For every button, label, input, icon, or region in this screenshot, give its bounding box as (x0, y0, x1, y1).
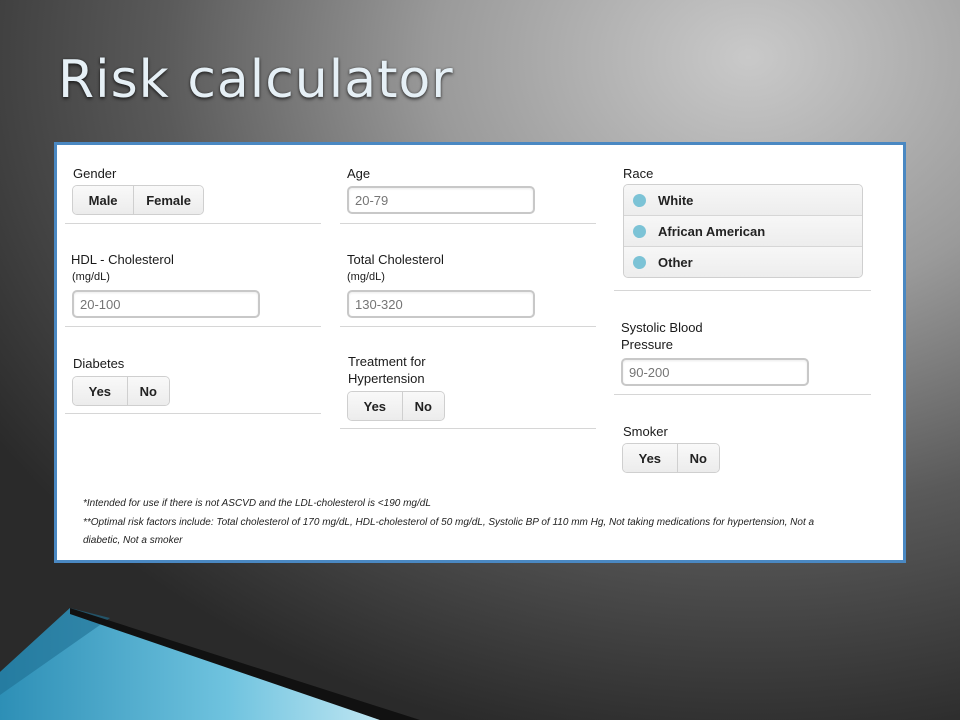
total-cholesterol-label: Total Cholesterol (347, 252, 444, 267)
diabetes-no-button[interactable]: No (126, 377, 169, 405)
race-option-other[interactable]: Other (624, 246, 862, 277)
treatment-no-button[interactable]: No (401, 392, 444, 420)
age-input[interactable] (347, 186, 535, 214)
sbp-label-line2: Pressure (621, 337, 674, 352)
treatment-yes-button[interactable]: Yes (348, 392, 402, 420)
race-option-african-american[interactable]: African American (624, 215, 862, 246)
diabetes-toggle: Yes No (72, 376, 170, 406)
race-option-label: Other (658, 254, 693, 270)
divider (340, 428, 596, 429)
race-option-label: African American (658, 223, 766, 239)
total-cholesterol-unit: (mg/dL) (347, 271, 385, 283)
smoker-label: Smoker (623, 424, 668, 439)
hdl-unit: (mg/dL) (72, 271, 110, 283)
decorative-swoosh (0, 608, 420, 720)
smoker-toggle: Yes No (622, 443, 720, 473)
radio-dot-icon (633, 224, 646, 238)
hdl-input[interactable] (72, 290, 260, 318)
smoker-no-button[interactable]: No (676, 444, 719, 472)
divider (65, 223, 321, 224)
footnote-optimal-line1: **Optimal risk factors include: Total ch… (83, 517, 815, 528)
gender-male-button[interactable]: Male (73, 186, 134, 214)
total-cholesterol-input[interactable] (347, 290, 535, 318)
divider (614, 290, 871, 291)
age-label: Age (347, 166, 371, 181)
radio-dot-icon (633, 255, 646, 269)
hdl-label: HDL - Cholesterol (71, 252, 174, 267)
race-label: Race (623, 166, 654, 181)
radio-dot-icon (633, 193, 646, 207)
race-radio-group: White African American Other (623, 184, 863, 278)
sbp-input[interactable] (621, 358, 809, 386)
gender-label: Gender (73, 166, 117, 181)
divider (614, 394, 871, 395)
divider (65, 326, 321, 327)
race-option-white[interactable]: White (624, 185, 862, 215)
sbp-label-line1: Systolic Blood (621, 320, 703, 335)
diabetes-label: Diabetes (73, 356, 125, 371)
footnote-ascvd: *Intended for use if there is not ASCVD … (83, 498, 431, 509)
divider (340, 223, 596, 224)
smoker-yes-button[interactable]: Yes (623, 444, 677, 472)
divider (65, 413, 321, 414)
race-option-label: White (658, 192, 694, 208)
treatment-label-line2: Hypertension (348, 371, 425, 386)
gender-toggle: Male Female (72, 185, 204, 215)
gender-female-button[interactable]: Female (133, 186, 203, 214)
slide-title: Risk calculator (58, 50, 454, 110)
risk-calculator-form: Gender Male Female HDL - Cholesterol (mg… (54, 142, 906, 563)
treatment-label-line1: Treatment for (348, 354, 426, 369)
diabetes-yes-button[interactable]: Yes (73, 377, 127, 405)
divider (340, 326, 596, 327)
treatment-toggle: Yes No (347, 391, 445, 421)
footnote-optimal-line2: diabetic, Not a smoker (83, 535, 183, 546)
